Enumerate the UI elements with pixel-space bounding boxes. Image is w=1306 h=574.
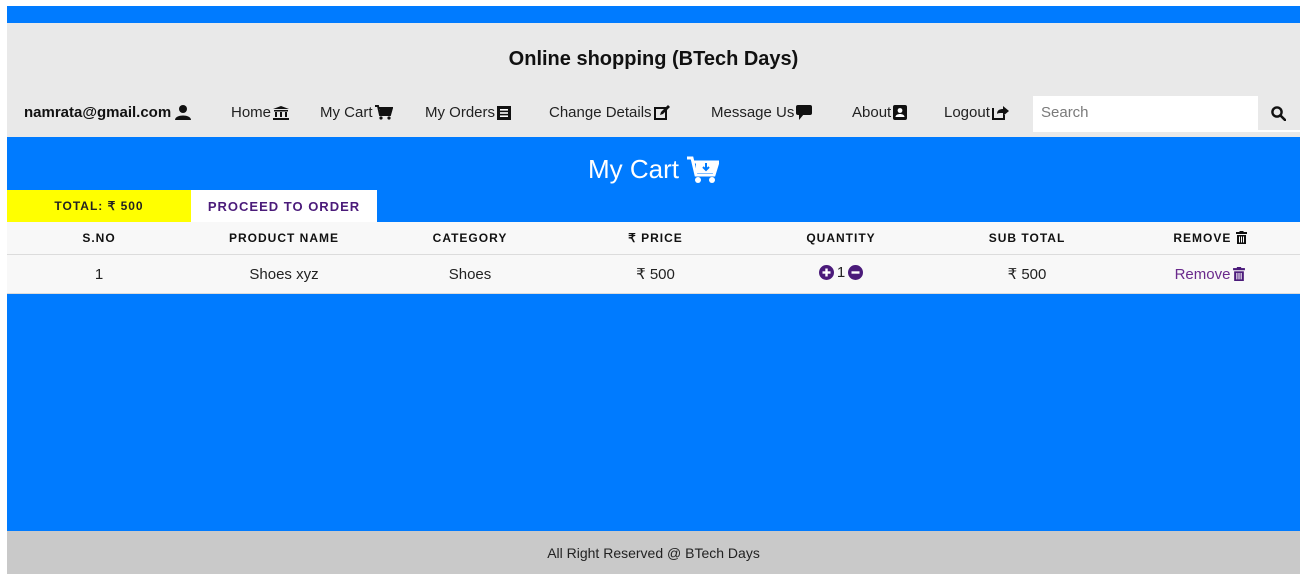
search-bar (1033, 96, 1300, 132)
minus-circle-icon[interactable] (848, 265, 864, 280)
user-icon (175, 105, 192, 120)
header: Online shopping (BTech Days) namrata@gma… (7, 23, 1300, 137)
cell-sno: 1 (7, 254, 191, 294)
footer: All Right Reserved @ BTech Days (7, 531, 1300, 574)
table-header-row: S.NO PRODUCT NAME CATEGORY ₹ PRICE QUANT… (7, 222, 1300, 255)
nav-logout-label: Logout (944, 104, 990, 121)
nav-home[interactable]: Home (231, 104, 290, 121)
nav-my-orders[interactable]: My Orders (425, 104, 512, 121)
top-strip (7, 6, 1300, 23)
nav-message-us[interactable]: Message Us (711, 104, 813, 121)
cell-remove: Remove (1120, 254, 1300, 294)
cart-icon (374, 105, 393, 120)
navbar: namrata@gmail.com Home My Cart My Orders (7, 96, 1300, 132)
edit-icon (653, 105, 671, 120)
cell-category: Shoes (377, 254, 563, 294)
search-button[interactable] (1257, 96, 1300, 130)
logout-icon (991, 105, 1009, 120)
bank-icon (273, 105, 290, 120)
cart-total: TOTAL: ₹ 500 (7, 190, 191, 222)
remove-label: Remove (1174, 265, 1231, 283)
page-heading-text: My Cart (588, 154, 679, 184)
nav-message-us-label: Message Us (711, 104, 795, 121)
comment-icon (796, 105, 813, 120)
cell-quantity: 1 (748, 254, 934, 294)
col-sub-total: SUB TOTAL (934, 222, 1120, 255)
nav-about-label: About (852, 104, 892, 121)
plus-circle-icon[interactable] (818, 265, 834, 280)
nav-logout[interactable]: Logout (944, 104, 1009, 121)
col-quantity: QUANTITY (748, 222, 934, 255)
trash-icon (1233, 267, 1246, 281)
cart-actions: TOTAL: ₹ 500 PROCEED TO ORDER (7, 190, 377, 222)
nav-my-orders-label: My Orders (425, 104, 496, 121)
nav-change-details[interactable]: Change Details (549, 104, 671, 121)
remove-button[interactable]: Remove (1175, 266, 1246, 283)
cell-sub-total: ₹ 500 (934, 254, 1120, 294)
search-input[interactable] (1033, 96, 1258, 128)
quantity-stepper: 1 (818, 264, 864, 281)
search-icon (1271, 105, 1287, 121)
col-remove: REMOVE (1120, 222, 1300, 255)
col-product-name: PRODUCT NAME (191, 222, 377, 255)
footer-text: All Right Reserved @ BTech Days (547, 544, 760, 561)
proceed-to-order-button[interactable]: PROCEED TO ORDER (191, 190, 377, 222)
cell-price: ₹ 500 (563, 254, 748, 294)
quantity-value: 1 (836, 264, 846, 281)
trash-icon (1235, 231, 1247, 244)
table-row: 1 Shoes xyz Shoes ₹ 500 1 ₹ 500 Remove (7, 254, 1300, 294)
nav-my-cart-label: My Cart (320, 104, 373, 121)
site-title: Online shopping (BTech Days) (508, 48, 799, 70)
user-email-text: namrata@gmail.com (24, 104, 172, 121)
nav-home-label: Home (231, 104, 272, 121)
user-email[interactable]: namrata@gmail.com (24, 104, 192, 121)
col-category: CATEGORY (377, 222, 563, 255)
app-frame: Online shopping (BTech Days) namrata@gma… (7, 6, 1300, 574)
receipt-icon (497, 105, 512, 120)
cart-table: S.NO PRODUCT NAME CATEGORY ₹ PRICE QUANT… (7, 222, 1300, 294)
page-heading: My Cart (7, 154, 1300, 185)
col-price: ₹ PRICE (563, 222, 748, 255)
col-remove-label: REMOVE (1173, 231, 1232, 245)
nav-change-details-label: Change Details (549, 104, 652, 121)
cart-icon (687, 156, 719, 184)
contact-icon (893, 105, 908, 120)
nav-my-cart[interactable]: My Cart (320, 104, 393, 121)
col-sno: S.NO (7, 222, 191, 255)
cell-product-name: Shoes xyz (191, 254, 377, 294)
nav-about[interactable]: About (852, 104, 908, 121)
